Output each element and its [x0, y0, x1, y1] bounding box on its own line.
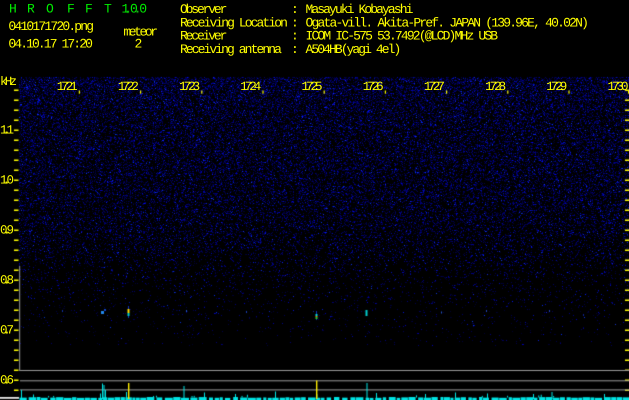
svg-text:O: O: [46, 2, 54, 17]
svg-text:1728: 1728: [485, 80, 506, 94]
svg-text:kHz: kHz: [0, 75, 17, 89]
svg-text:0410171720.png: 0410171720.png: [8, 19, 94, 34]
svg-text:1.0: 1.0: [0, 174, 14, 188]
svg-text::: :: [291, 42, 299, 57]
svg-text:04.10.17 17:20: 04.10.17 17:20: [8, 37, 93, 52]
svg-text:1722: 1722: [118, 80, 139, 94]
svg-text:1726: 1726: [363, 80, 384, 94]
svg-text:0.7: 0.7: [0, 324, 14, 338]
svg-text:0.9: 0.9: [0, 224, 14, 238]
svg-text:1729: 1729: [546, 80, 567, 94]
svg-text:T: T: [104, 2, 112, 17]
svg-text:F: F: [67, 2, 75, 17]
svg-text:R: R: [27, 2, 35, 17]
svg-text:1.1: 1.1: [0, 124, 14, 138]
svg-text:Receiving antenna: Receiving antenna: [180, 42, 282, 57]
svg-text:0: 0: [130, 2, 138, 17]
svg-text:H: H: [9, 2, 17, 17]
svg-text:1721: 1721: [57, 80, 78, 94]
svg-text:1730: 1730: [608, 80, 629, 94]
svg-text:F: F: [85, 2, 93, 17]
svg-text:A504HB(yagi 4el): A504HB(yagi 4el): [306, 42, 402, 57]
svg-text:1727: 1727: [424, 80, 445, 94]
svg-text:1724: 1724: [240, 80, 261, 94]
svg-text:2: 2: [135, 37, 143, 52]
svg-text:1: 1: [122, 2, 130, 17]
svg-text:0.8: 0.8: [0, 274, 14, 288]
svg-text:0: 0: [139, 2, 147, 17]
svg-text:1723: 1723: [179, 80, 200, 94]
svg-text:1725: 1725: [302, 80, 323, 94]
svg-text:0.6: 0.6: [0, 374, 14, 388]
